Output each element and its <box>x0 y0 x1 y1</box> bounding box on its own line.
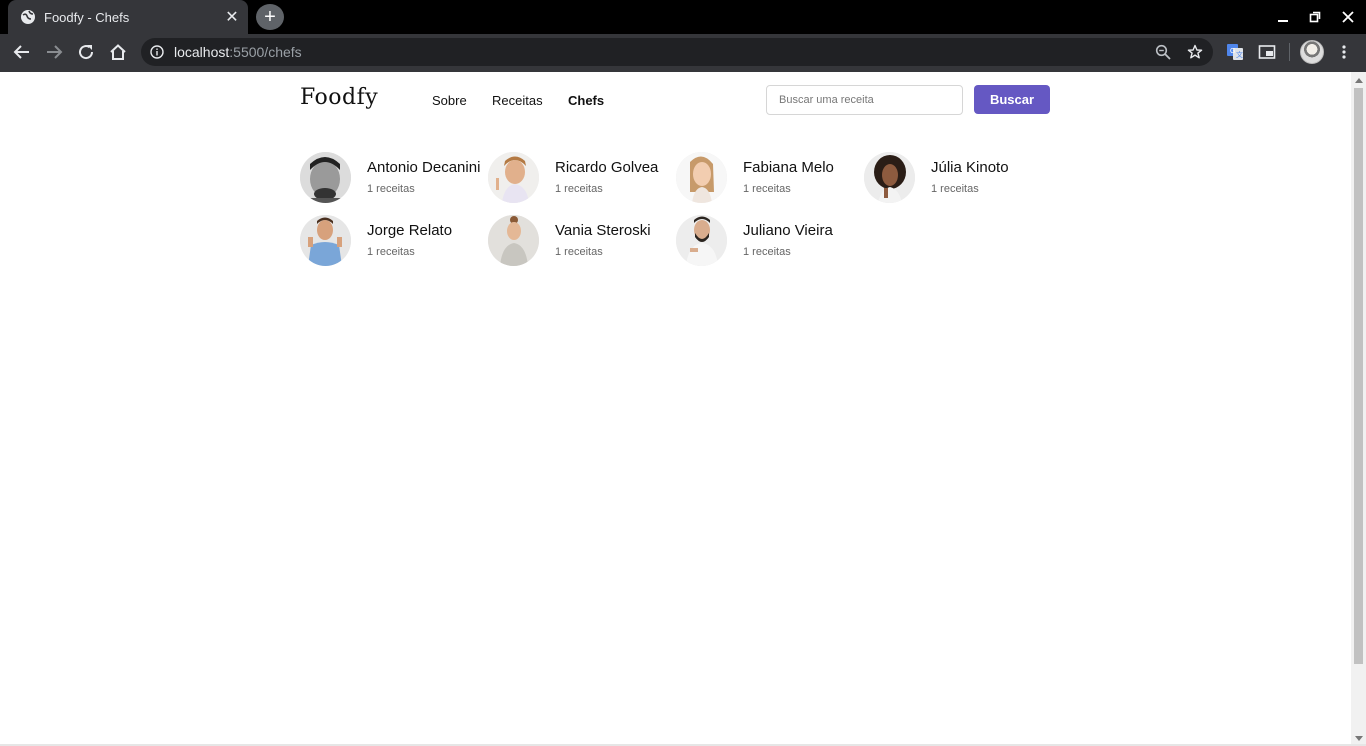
translate-icon[interactable]: G文 <box>1224 41 1246 63</box>
chef-avatar <box>676 215 727 266</box>
address-bar[interactable] <box>141 38 1213 66</box>
back-icon[interactable] <box>7 37 37 67</box>
forward-icon[interactable] <box>39 37 69 67</box>
nav-link-about[interactable]: Sobre <box>432 93 467 108</box>
chef-card[interactable]: Juliano Vieira 1 receitas <box>676 215 864 267</box>
chef-avatar <box>300 215 351 266</box>
chef-avatar <box>676 152 727 203</box>
search-input[interactable] <box>766 85 963 115</box>
menu-icon[interactable] <box>1333 41 1355 63</box>
zoom-icon[interactable] <box>1152 41 1174 63</box>
search-button[interactable]: Buscar <box>974 85 1050 114</box>
scrollbar-thumb[interactable] <box>1354 88 1363 664</box>
chef-card[interactable]: Antonio Decanini 1 receitas <box>300 152 488 204</box>
vertical-scrollbar[interactable] <box>1351 72 1366 746</box>
browser-tab[interactable]: Foodfy - Chefs ✕ <box>8 0 248 34</box>
home-icon[interactable] <box>103 37 133 67</box>
scroll-down-icon[interactable] <box>1354 734 1363 742</box>
chef-name: Vania Steroski <box>555 222 651 239</box>
plus-icon: + <box>264 6 276 28</box>
chef-recipe-count: 1 receitas <box>367 246 415 258</box>
chef-recipe-count: 1 receitas <box>743 183 791 195</box>
url-host: localhost <box>174 44 230 60</box>
chef-card[interactable]: Júlia Kinoto 1 receitas <box>864 152 1052 204</box>
reload-icon[interactable] <box>71 37 101 67</box>
chef-avatar <box>488 152 539 203</box>
nav-link-chefs[interactable]: Chefs <box>568 93 604 108</box>
scroll-up-icon[interactable] <box>1354 76 1363 84</box>
chef-card[interactable]: Vania Steroski 1 receitas <box>488 215 676 267</box>
svg-text:文: 文 <box>1236 50 1243 59</box>
tab-strip: Foodfy - Chefs ✕ + <box>0 0 1366 34</box>
chef-name: Fabiana Melo <box>743 159 834 176</box>
chef-avatar <box>488 215 539 266</box>
close-window-icon[interactable] <box>1332 0 1364 34</box>
chef-name: Juliano Vieira <box>743 222 833 239</box>
tab-title: Foodfy - Chefs <box>44 9 130 25</box>
info-icon[interactable] <box>146 42 168 62</box>
chef-recipe-count: 1 receitas <box>743 246 791 258</box>
url-path: :5500/chefs <box>229 44 302 60</box>
profile-avatar[interactable] <box>1300 40 1324 64</box>
url-text[interactable]: localhost:5500/chefs <box>174 44 302 60</box>
close-icon[interactable]: ✕ <box>220 5 244 29</box>
globe-icon <box>20 9 36 25</box>
chef-card[interactable]: Jorge Relato 1 receitas <box>300 215 488 267</box>
minimize-icon[interactable] <box>1267 0 1299 34</box>
chef-card[interactable]: Fabiana Melo 1 receitas <box>676 152 864 204</box>
chef-recipe-count: 1 receitas <box>931 183 979 195</box>
svg-text:G: G <box>1230 48 1235 55</box>
star-icon[interactable] <box>1184 41 1206 63</box>
chef-avatar <box>300 152 351 203</box>
maximize-icon[interactable] <box>1299 0 1331 34</box>
chef-avatar <box>864 152 915 203</box>
chef-card[interactable]: Ricardo Golvea 1 receitas <box>488 152 676 204</box>
chef-name: Ricardo Golvea <box>555 159 659 176</box>
nav-link-recipes[interactable]: Receitas <box>492 93 543 108</box>
new-tab-button[interactable]: + <box>256 4 284 30</box>
chef-name: Júlia Kinoto <box>931 159 1009 176</box>
site-logo[interactable]: Foodfy <box>300 85 378 110</box>
chef-name: Antonio Decanini <box>367 159 481 176</box>
chef-recipe-count: 1 receitas <box>367 183 415 195</box>
chef-name: Jorge Relato <box>367 222 453 239</box>
toolbar-divider <box>1289 43 1290 61</box>
cast-icon[interactable] <box>1256 41 1278 63</box>
chef-recipe-count: 1 receitas <box>555 246 603 258</box>
chef-recipe-count: 1 receitas <box>555 183 603 195</box>
